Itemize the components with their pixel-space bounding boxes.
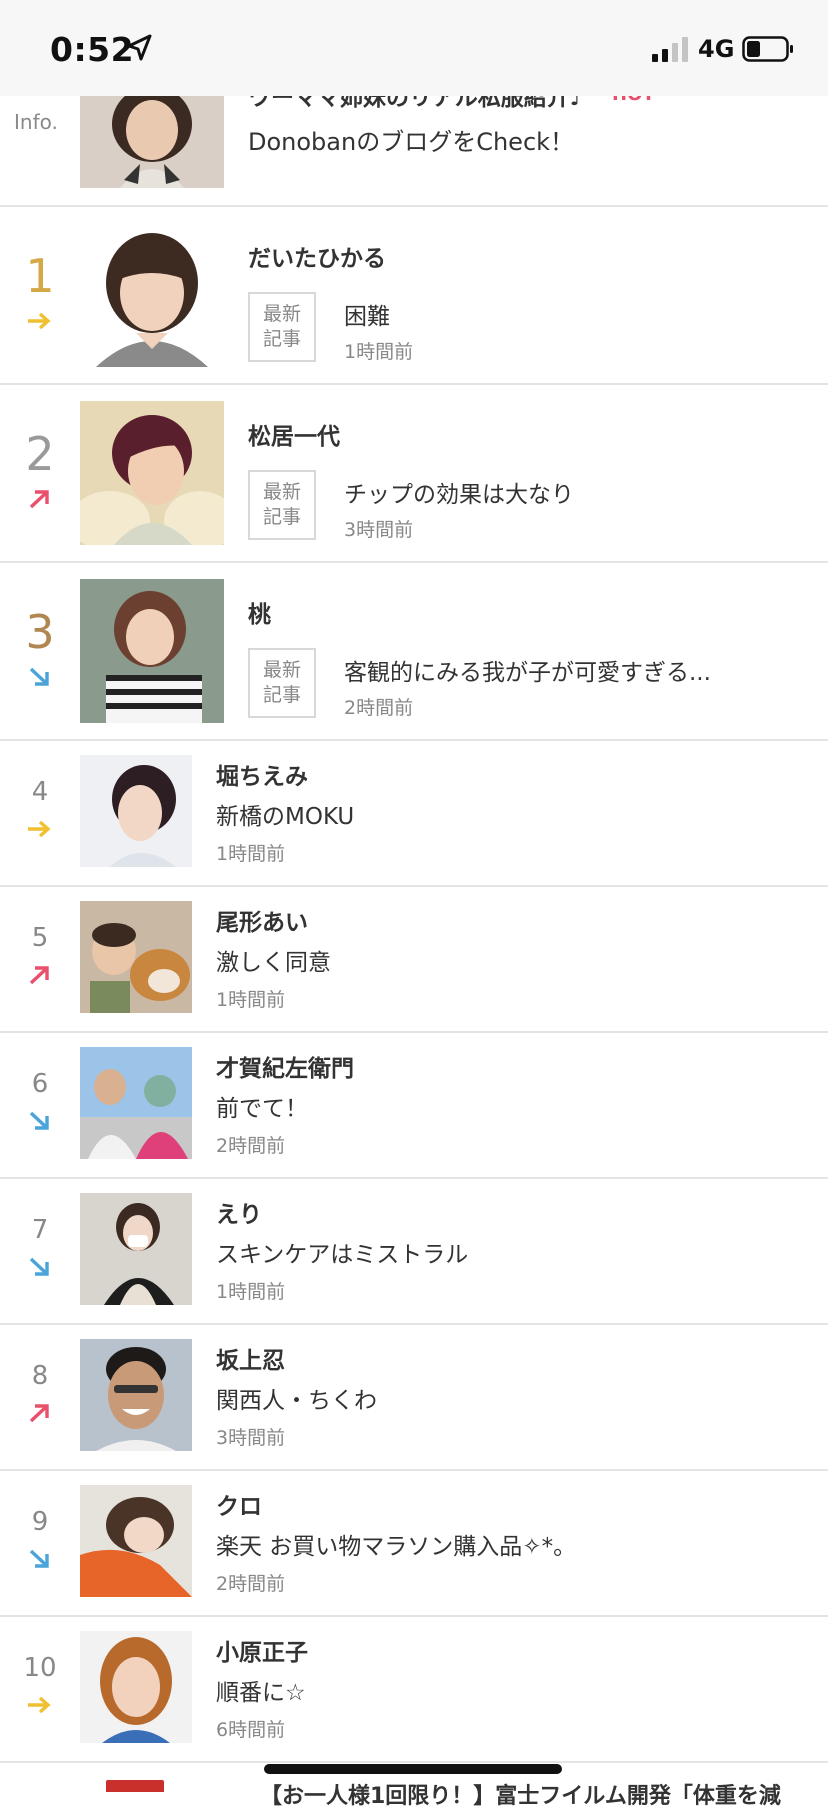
avatar	[80, 1631, 192, 1743]
latest-article-badge: 最新 記事	[248, 292, 316, 362]
ad-thumbnail	[106, 1780, 164, 1792]
trend-up-icon	[29, 1404, 49, 1423]
home-indicator	[264, 1764, 562, 1774]
blogger-name: 坂上忍	[216, 1348, 285, 1374]
info-label: Info.	[14, 110, 58, 134]
trend-up-icon	[29, 966, 49, 985]
avatar	[80, 1193, 192, 1305]
article-title: 順番に☆	[216, 1680, 306, 1706]
avatar	[80, 401, 224, 545]
blogger-name: えり	[216, 1202, 262, 1228]
article-title: 楽天 お買い物マラソン購入品✧*。	[216, 1534, 577, 1560]
rank-number: 9	[31, 1507, 49, 1537]
blogger-name: 小原正子	[216, 1640, 308, 1666]
rank-number: 5	[31, 923, 49, 953]
rank-number: 8	[31, 1361, 49, 1391]
trend-down-icon	[29, 667, 49, 686]
article-time: 2時間前	[216, 1573, 286, 1595]
article-title: 前でて！	[216, 1096, 308, 1122]
article-title: スキンケアはミストラル	[216, 1242, 469, 1268]
trend-up-icon	[29, 490, 49, 509]
ranking-item-1[interactable]: 1 だいたひかる 最新 記事 困難 1時間前	[0, 207, 828, 383]
article-time: 1時間前	[216, 843, 286, 865]
trend-same-icon	[28, 312, 51, 330]
rank-number: 4	[31, 777, 49, 807]
article-time: 6時間前	[216, 1719, 286, 1741]
ranking-item-9[interactable]: 9 クロ 楽天 お買い物マラソン購入品✧*。 2時間前	[0, 1471, 828, 1615]
avatar	[80, 1339, 192, 1451]
blogger-name: 堀ちえみ	[216, 764, 308, 790]
avatar	[80, 901, 192, 1013]
trend-down-icon	[29, 1111, 49, 1130]
rank-number: 7	[31, 1215, 49, 1245]
article-time: 2時間前	[344, 697, 414, 719]
article-title: 関西人・ちくわ	[216, 1388, 377, 1414]
article-title: 客観的にみる我が子が可愛すぎる...	[344, 660, 711, 686]
latest-article-badge: 最新 記事	[248, 648, 316, 718]
avatar	[80, 755, 192, 867]
rank-number: 10	[23, 1653, 57, 1683]
article-title: 激しく同意	[216, 950, 331, 976]
ranking-item-6[interactable]: 6 才賀紀左衛門 前でて！ 2時間前	[0, 1033, 828, 1177]
blogger-name: 桃	[248, 602, 271, 628]
info-subtitle: DonobanのブログをCheck！	[248, 128, 575, 156]
info-thumbnail	[80, 94, 224, 188]
avatar	[80, 223, 224, 367]
ranking-item-10[interactable]: 10 小原正子 順番に☆ 6時間前	[0, 1617, 828, 1761]
rank-number: 2	[25, 427, 55, 481]
trend-down-icon	[29, 1257, 49, 1276]
article-time: 1時間前	[344, 341, 414, 363]
ranking-item-3[interactable]: 3 桃 最新 記事 客観的にみる我が子が可愛すぎる... 2時間前	[0, 563, 828, 739]
network-type: 4G	[698, 35, 735, 63]
ranking-item-8[interactable]: 8 坂上忍 関西人・ちくわ 3時間前	[0, 1325, 828, 1469]
ranking-item-7[interactable]: 7 えり スキンケアはミストラル 1時間前	[0, 1179, 828, 1323]
divider	[0, 1761, 828, 1763]
article-time: 1時間前	[216, 1281, 286, 1303]
trend-same-icon	[28, 1696, 51, 1714]
avatar	[80, 579, 224, 723]
trend-same-icon	[28, 820, 51, 838]
ranking-item-5[interactable]: 5 尾形あい 激しく同意 1時間前	[0, 887, 828, 1031]
trend-down-icon	[29, 1549, 49, 1568]
blogger-name: クロ	[216, 1494, 262, 1520]
blogger-name: 尾形あい	[216, 910, 308, 936]
rank-number: 3	[25, 605, 55, 659]
status-bar: 0:52 4G	[0, 0, 828, 96]
blogger-name: だいたひかる	[248, 246, 386, 272]
article-time: 3時間前	[344, 519, 414, 541]
ad-title[interactable]: 【お一人様1回限り！】富士フイルム開発「体重を減	[260, 1778, 781, 1810]
article-time: 2時間前	[216, 1135, 286, 1157]
blogger-name: 才賀紀左衛門	[216, 1056, 354, 1082]
rank-number: 1	[25, 249, 55, 303]
article-time: 1時間前	[216, 989, 286, 1011]
avatar	[80, 1047, 192, 1159]
battery-icon	[742, 36, 793, 62]
rank-number: 6	[31, 1069, 49, 1099]
ranking-item-2[interactable]: 2 松居一代 最新 記事 チップの効果は大なり 3時間前	[0, 385, 828, 561]
article-title: チップの効果は大なり	[344, 482, 574, 508]
ranking-item-4[interactable]: 4 堀ちえみ 新橋のMOKU 1時間前	[0, 741, 828, 885]
status-time: 0:52	[50, 30, 135, 69]
avatar	[80, 1485, 192, 1597]
latest-article-badge: 最新 記事	[248, 470, 316, 540]
blogger-name: 松居一代	[248, 424, 340, 450]
article-title: 新橋のMOKU	[216, 804, 355, 830]
article-title: 困難	[344, 304, 390, 330]
article-time: 3時間前	[216, 1427, 286, 1449]
cellular-signal-icon	[652, 37, 688, 62]
location-arrow-icon	[127, 34, 152, 61]
